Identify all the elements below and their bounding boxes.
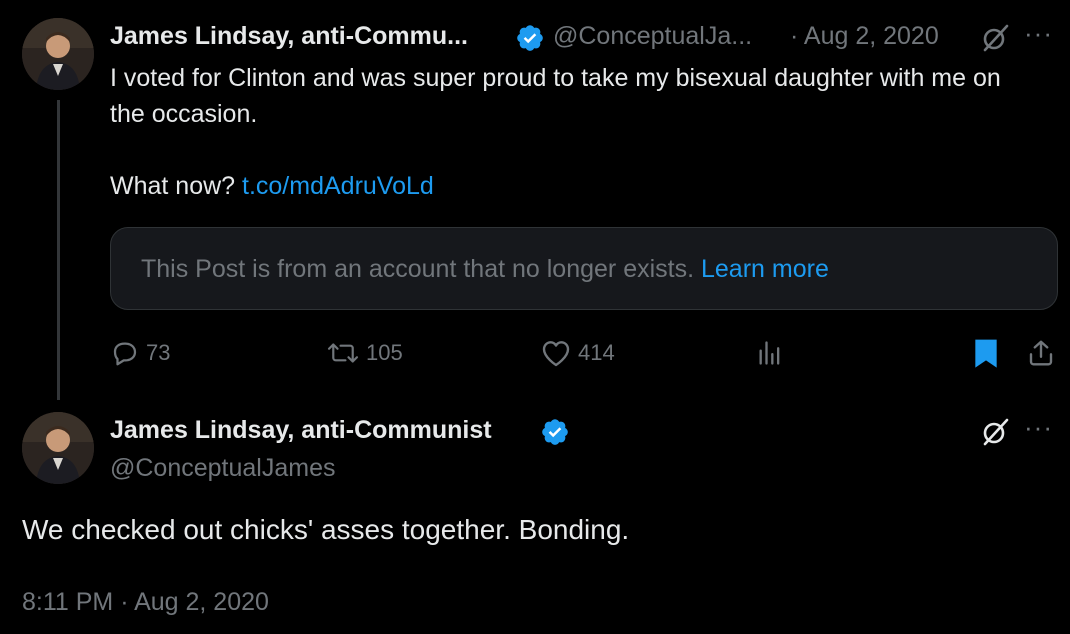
- verified-badge-icon: [542, 419, 568, 445]
- reply-icon: [113, 342, 137, 366]
- reply-count: 73: [146, 340, 171, 365]
- reply-button[interactable]: 73: [110, 336, 170, 370]
- verified-badge-icon: [517, 25, 543, 51]
- author-name[interactable]: James Lindsay, anti-Communist: [110, 416, 492, 445]
- avatar[interactable]: [22, 18, 94, 90]
- grok-icon[interactable]: [980, 417, 1010, 447]
- repost-button[interactable]: 105: [326, 336, 403, 370]
- more-options-icon[interactable]: ···: [1024, 412, 1053, 443]
- post-date[interactable]: · Aug 2, 2020: [790, 22, 939, 51]
- notice-text: This Post is from an account that no lon…: [141, 255, 701, 283]
- post-link[interactable]: t.co/mdAdruVoLd: [242, 172, 434, 200]
- bookmark-icon: [975, 339, 997, 368]
- views-button[interactable]: [756, 336, 790, 370]
- views-icon: [759, 341, 780, 365]
- repost-icon: [327, 343, 359, 363]
- post-timestamp[interactable]: 8:11 PM · Aug 2, 2020: [22, 588, 269, 617]
- unavailable-quote-notice: This Post is from an account that no lon…: [110, 227, 1058, 310]
- post-text: I voted for Clinton and was super proud …: [110, 60, 1050, 204]
- like-count: 414: [578, 340, 615, 365]
- post-text-line1: I voted for Clinton and was super proud …: [110, 64, 1001, 128]
- like-icon: [542, 341, 570, 367]
- author-handle[interactable]: @ConceptualJames: [110, 454, 336, 483]
- author-handle[interactable]: @ConceptualJa...: [553, 22, 752, 51]
- notice-text-wrap: This Post is from an account that no lon…: [141, 255, 829, 284]
- bookmark-button[interactable]: [972, 336, 1006, 370]
- avatar[interactable]: [22, 412, 94, 484]
- thread-connector-line: [57, 100, 60, 400]
- share-button[interactable]: [1026, 336, 1062, 370]
- learn-more-link[interactable]: Learn more: [701, 255, 829, 283]
- like-button[interactable]: 414: [540, 336, 615, 370]
- post-text: We checked out chicks' asses together. B…: [22, 514, 630, 545]
- post-text-prefix: What now?: [110, 172, 243, 200]
- grok-icon[interactable]: [980, 23, 1010, 53]
- repost-count: 105: [366, 340, 403, 365]
- more-options-icon[interactable]: ···: [1024, 18, 1053, 49]
- author-name[interactable]: James Lindsay, anti-Commu...: [110, 22, 468, 51]
- post-text-line2: What now? t.co/mdAdruVoLd: [110, 168, 1050, 204]
- share-icon: [1029, 340, 1053, 366]
